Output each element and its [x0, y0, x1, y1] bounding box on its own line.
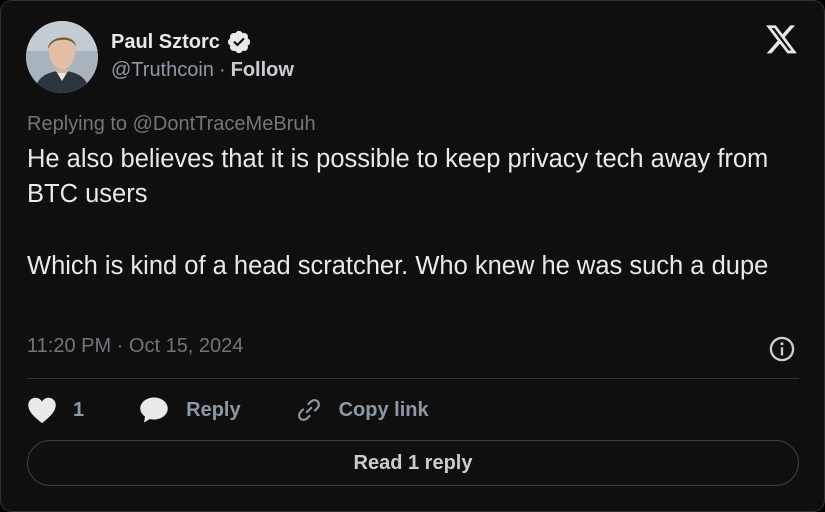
reply-button[interactable]: Reply: [122, 396, 241, 424]
follow-button[interactable]: Follow: [231, 59, 294, 82]
divider: [27, 378, 799, 379]
reply-label: Reply: [186, 398, 241, 421]
tweet-timestamp[interactable]: 11:20 PM · Oct 15, 2024: [27, 335, 243, 358]
read-replies-button[interactable]: Read 1 reply: [27, 440, 799, 486]
avatar-portrait: [26, 21, 98, 93]
verified-badge-icon: [226, 29, 252, 55]
link-icon: [296, 397, 322, 423]
tweet-paragraph: He also believes that it is possible to …: [27, 145, 769, 208]
replying-to[interactable]: Replying to @DontTraceMeBruh: [27, 113, 316, 136]
action-bar: 1 Reply Copy link: [27, 394, 429, 426]
heart-icon: [27, 396, 57, 424]
author-name-row: Paul Sztorc: [111, 29, 252, 55]
author-handle-row: @Truthcoin · Follow: [111, 59, 294, 82]
x-logo-icon[interactable]: [766, 25, 798, 55]
tweet-card: Paul Sztorc @Truthcoin · Follow Replying…: [0, 0, 825, 512]
author-name[interactable]: Paul Sztorc: [111, 31, 220, 54]
like-count: 1: [73, 398, 85, 421]
like-button[interactable]: 1: [27, 396, 84, 424]
separator: ·: [218, 59, 226, 81]
info-icon[interactable]: [768, 335, 796, 363]
speech-bubble-icon: [139, 396, 169, 424]
copy-link-button[interactable]: Copy link: [279, 397, 429, 423]
author-handle[interactable]: @Truthcoin: [111, 59, 214, 82]
avatar[interactable]: [26, 21, 98, 93]
tweet-text: He also believes that it is possible to …: [27, 142, 807, 284]
tweet-paragraph: Which is kind of a head scratcher. Who k…: [27, 252, 769, 280]
copy-link-label: Copy link: [338, 398, 429, 421]
